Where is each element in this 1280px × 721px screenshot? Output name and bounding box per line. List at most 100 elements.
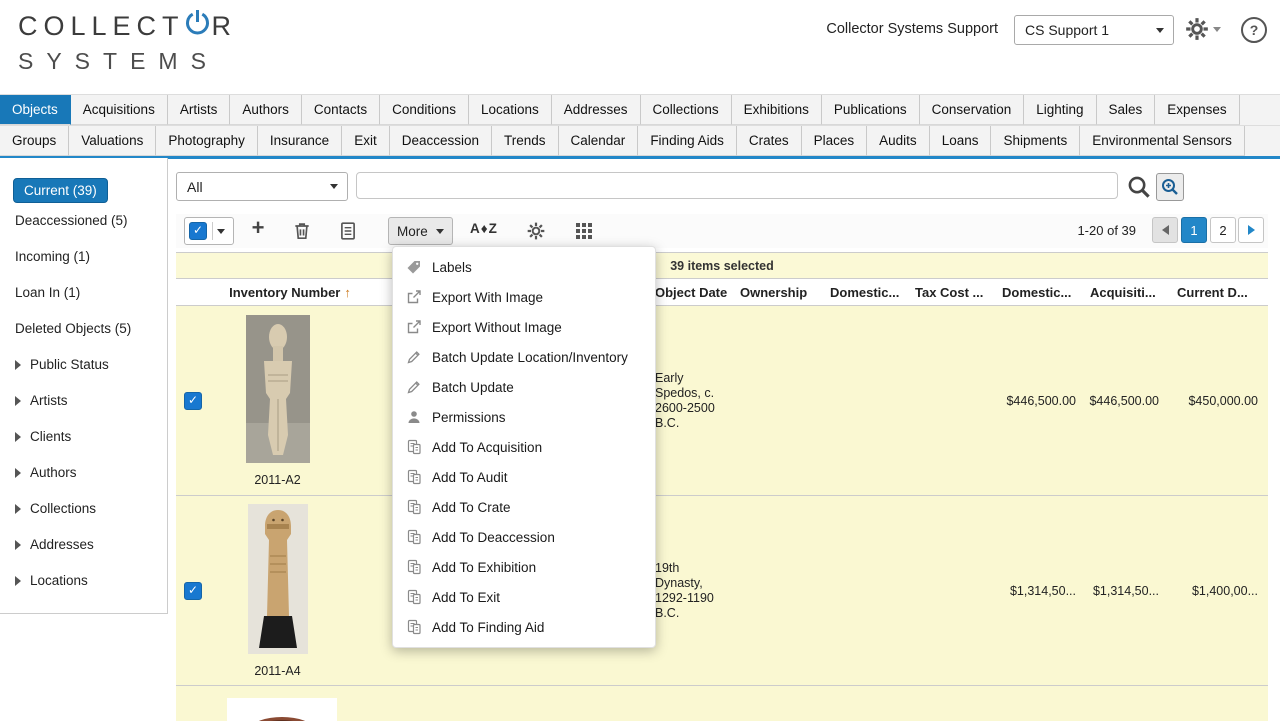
object-thumbnail-ushabti-figure[interactable] (248, 504, 308, 659)
menu-item-label: Add To Audit (432, 470, 508, 485)
expand-arrow-icon (15, 396, 21, 406)
tab-places[interactable]: Places (802, 126, 868, 156)
tab-groups[interactable]: Groups (0, 126, 69, 156)
pagination-page-1[interactable]: 1 (1181, 217, 1207, 243)
row-checkbox[interactable]: ✓ (184, 392, 202, 410)
menu-item-add-to-deaccession[interactable]: Add To Deaccession (393, 522, 655, 552)
tab-conditions[interactable]: Conditions (380, 95, 469, 125)
table-row[interactable] (176, 686, 1268, 721)
menu-item-add-to-exhibition[interactable]: Add To Exhibition (393, 552, 655, 582)
sidebar-item-loan-in[interactable]: Loan In (1) (0, 275, 167, 311)
tab-collections[interactable]: Collections (641, 95, 732, 125)
delete-button[interactable] (290, 220, 314, 242)
settings-gear-button[interactable] (1184, 16, 1210, 47)
column-header-object-date[interactable]: Object Date (650, 285, 737, 300)
help-button[interactable]: ? (1241, 17, 1267, 43)
row-checkbox[interactable]: ✓ (184, 582, 202, 600)
sidebar-group-artists[interactable]: Artists (0, 383, 167, 419)
tab-trends[interactable]: Trends (492, 126, 559, 156)
tab-publications[interactable]: Publications (822, 95, 920, 125)
pagination-range: 1-20 of 39 (1077, 223, 1136, 238)
sidebar-item-incoming[interactable]: Incoming (1) (0, 239, 167, 275)
tab-photography[interactable]: Photography (156, 126, 258, 156)
tab-objects[interactable]: Objects (0, 95, 71, 125)
settings-caret-icon[interactable] (1213, 27, 1221, 32)
select-all-split-button[interactable]: ✓ (184, 217, 234, 245)
tab-audits[interactable]: Audits (867, 126, 930, 156)
tab-crates[interactable]: Crates (737, 126, 802, 156)
sidebar-group-public-status[interactable]: Public Status (0, 347, 167, 383)
add-object-button[interactable]: + (246, 217, 270, 239)
menu-item-permissions[interactable]: Permissions (393, 402, 655, 432)
column-header-domestic-1[interactable]: Domestic... (820, 285, 905, 300)
tab-artists[interactable]: Artists (168, 95, 231, 125)
column-header-ownership[interactable]: Ownership (737, 285, 820, 300)
sidebar-group-addresses[interactable]: Addresses (0, 527, 167, 563)
tab-exhibitions[interactable]: Exhibitions (732, 95, 822, 125)
scope-select[interactable]: All (176, 172, 348, 201)
column-header-inventory-number[interactable]: Inventory Number↑ (210, 285, 370, 300)
column-header-tax-cost[interactable]: Tax Cost ... (905, 285, 990, 300)
pagination-page-2[interactable]: 2 (1210, 217, 1236, 243)
search-button[interactable] (1126, 174, 1152, 200)
advanced-search-button[interactable] (1156, 173, 1184, 201)
tab-contacts[interactable]: Contacts (302, 95, 380, 125)
list-settings-gear-button[interactable] (524, 220, 548, 242)
tab-loans[interactable]: Loans (930, 126, 992, 156)
table-row[interactable]: ✓ 2011-A2 Earl (176, 306, 1268, 496)
more-button[interactable]: More (388, 217, 453, 245)
sidebar-item-deaccessioned[interactable]: Deaccessioned (5) (0, 203, 167, 239)
tab-locations[interactable]: Locations (469, 95, 552, 125)
tab-addresses[interactable]: Addresses (552, 95, 641, 125)
table-row[interactable]: ✓ 2011-A4 19th Dynasty, 129 (176, 496, 1268, 686)
column-header-domestic-2[interactable]: Domestic... (990, 285, 1080, 300)
sidebar-item-deleted-objects[interactable]: Deleted Objects (5) (0, 311, 167, 347)
menu-item-add-to-finding-aid[interactable]: Add To Finding Aid (393, 612, 655, 642)
menu-item-add-to-exit[interactable]: Add To Exit (393, 582, 655, 612)
column-header-acquisition[interactable]: Acquisiti... (1080, 285, 1165, 300)
tab-acquisitions[interactable]: Acquisitions (71, 95, 168, 125)
tab-insurance[interactable]: Insurance (258, 126, 342, 156)
row-checkbox-cell: ✓ (176, 496, 210, 685)
tab-valuations[interactable]: Valuations (69, 126, 156, 156)
app-logo[interactable]: COLLECT R SYSTEMS (18, 8, 237, 75)
tab-shipments[interactable]: Shipments (991, 126, 1080, 156)
tab-calendar[interactable]: Calendar (559, 126, 639, 156)
grid-view-button[interactable] (572, 220, 596, 242)
sidebar-group-locations[interactable]: Locations (0, 563, 167, 599)
object-thumbnail-cycladic-figure[interactable] (246, 315, 310, 468)
menu-item-add-to-audit[interactable]: Add To Audit (393, 462, 655, 492)
sort-alphabetical-button[interactable]: A♦Z (470, 221, 498, 236)
account-select[interactable]: CS Support 1 (1014, 15, 1174, 45)
menu-item-labels[interactable]: Labels (393, 252, 655, 282)
search-input[interactable] (356, 172, 1118, 199)
tab-environmental-sensors[interactable]: Environmental Sensors (1080, 126, 1245, 156)
sidebar-group-clients[interactable]: Clients (0, 419, 167, 455)
object-thumbnail-pottery[interactable] (227, 698, 337, 721)
tab-deaccession[interactable]: Deaccession (390, 126, 492, 156)
menu-item-add-to-crate[interactable]: Add To Crate (393, 492, 655, 522)
sidebar-group-collections[interactable]: Collections (0, 491, 167, 527)
tab-sales[interactable]: Sales (1097, 95, 1156, 125)
selection-banner: 39 items selected (176, 252, 1268, 279)
column-header-current[interactable]: Current D... (1165, 285, 1268, 300)
pencil-icon (405, 349, 422, 366)
menu-item-add-to-acquisition[interactable]: Add To Acquisition (393, 432, 655, 462)
sidebar-item-current[interactable]: Current (39) (13, 178, 108, 203)
menu-item-export-without-image[interactable]: Export Without Image (393, 312, 655, 342)
tab-expenses[interactable]: Expenses (1155, 95, 1239, 125)
tab-lighting[interactable]: Lighting (1024, 95, 1096, 125)
menu-item-batch-update-location-inventory[interactable]: Batch Update Location/Inventory (393, 342, 655, 372)
report-button[interactable] (336, 220, 360, 242)
chevron-down-icon (436, 229, 444, 234)
tab-exit[interactable]: Exit (342, 126, 390, 156)
tab-finding-aids[interactable]: Finding Aids (638, 126, 737, 156)
pagination-next-button[interactable] (1238, 217, 1264, 243)
menu-item-batch-update[interactable]: Batch Update (393, 372, 655, 402)
pagination-prev-button[interactable] (1152, 217, 1178, 243)
sidebar-group-authors[interactable]: Authors (0, 455, 167, 491)
menu-item-export-with-image[interactable]: Export With Image (393, 282, 655, 312)
tab-authors[interactable]: Authors (230, 95, 302, 125)
select-all-checkbox[interactable]: ✓ (189, 222, 207, 240)
tab-conservation[interactable]: Conservation (920, 95, 1025, 125)
